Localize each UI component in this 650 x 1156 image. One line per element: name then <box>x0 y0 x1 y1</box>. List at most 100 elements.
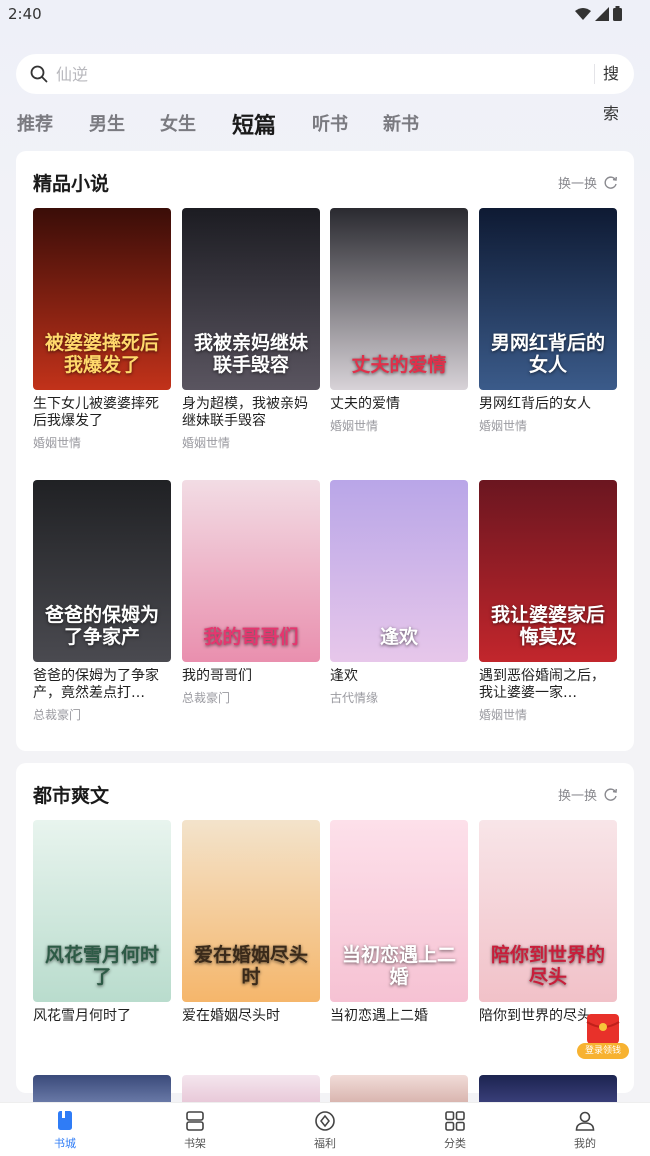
book-category: 婚姻世情 <box>479 419 528 433</box>
wifi-icon <box>575 7 591 20</box>
book-cover-peek[interactable] <box>479 1075 617 1103</box>
login-gift-label: 登录领钱 <box>577 1043 629 1059</box>
nav-label: 我的 <box>574 1137 596 1150</box>
book-title[interactable]: 爸爸的保姆为了争家产，竟然差点打… <box>33 668 171 702</box>
book-title[interactable]: 我的哥哥们 <box>182 668 320 685</box>
search-button[interactable]: 搜索 <box>603 54 634 123</box>
book-cover-text: 爸爸的保姆为了争家产 <box>44 604 159 648</box>
section-title: 精品小说 <box>33 173 110 195</box>
book-cover[interactable]: 我被亲妈继妹联手毁容 <box>182 208 320 390</box>
status-time: 2:40 <box>8 5 42 23</box>
search-bar: 搜索 <box>16 54 634 123</box>
book-title[interactable]: 遇到恶俗婚闹之后，我让婆婆一家… <box>479 668 617 702</box>
book-item[interactable]: 男网红背后的女人 男网红背后的女人 婚姻世情 <box>479 208 617 434</box>
book-cover[interactable]: 男网红背后的女人 <box>479 208 617 390</box>
book-cover[interactable]: 当初恋遇上二婚 <box>330 820 468 1002</box>
red-envelope-icon <box>586 1014 620 1044</box>
nav-profile[interactable]: 我的 <box>555 1109 615 1151</box>
book-title[interactable]: 男网红背后的女人 <box>479 396 617 413</box>
search-divider <box>594 64 595 84</box>
book-title[interactable]: 风花雪月何时了 <box>33 1008 171 1025</box>
book-cover-peek[interactable] <box>182 1075 320 1103</box>
book-cover[interactable]: 被婆婆摔死后我爆发了 <box>33 208 171 390</box>
book-cover-text: 爱在婚姻尽头时 <box>193 944 308 988</box>
book-item[interactable]: 当初恋遇上二婚 当初恋遇上二婚 <box>330 820 468 1025</box>
book-item[interactable]: 丈夫的爱情 丈夫的爱情 婚姻世情 <box>330 208 468 434</box>
book-cover-text: 逢欢 <box>379 626 418 648</box>
book-cover-text: 我被亲妈继妹联手毁容 <box>193 332 308 376</box>
refresh-label: 换一换 <box>557 177 597 192</box>
book-category: 总裁豪门 <box>182 691 231 705</box>
refresh-button[interactable]: 换一换 <box>558 173 618 192</box>
section-title: 都市爽文 <box>33 785 110 807</box>
book-item[interactable]: 我让婆婆家后悔莫及 遇到恶俗婚闹之后，我让婆婆一家… 婚姻世情 <box>479 480 617 723</box>
book-cover[interactable]: 爱在婚姻尽头时 <box>182 820 320 1002</box>
book-cover[interactable]: 风花雪月何时了 <box>33 820 171 1002</box>
nav-bookstore[interactable]: 书城 <box>35 1109 95 1151</box>
gift-coin-icon <box>315 1111 335 1131</box>
search-icon <box>30 65 48 83</box>
book-item[interactable]: 爱在婚姻尽头时 爱在婚姻尽头时 <box>182 820 320 1025</box>
shelf-icon <box>186 1111 204 1131</box>
tab-new[interactable]: 新书 <box>383 110 419 136</box>
book-item[interactable]: 逢欢 逢欢 古代情缘 <box>330 480 468 706</box>
book-cover-text: 陪你到世界的尽头 <box>490 944 605 988</box>
book-cover[interactable]: 爸爸的保姆为了争家产 <box>33 480 171 662</box>
book-cover-text: 当初恋遇上二婚 <box>341 944 456 988</box>
book-cover-peek[interactable] <box>33 1075 171 1103</box>
book-cover[interactable]: 逢欢 <box>330 480 468 662</box>
nav-label: 福利 <box>314 1137 336 1150</box>
book-icon <box>58 1111 72 1130</box>
book-cover[interactable]: 我的哥哥们 <box>182 480 320 662</box>
book-cover-text: 男网红背后的女人 <box>490 332 605 376</box>
book-cover-text: 风花雪月何时了 <box>44 944 159 988</box>
signal-icon <box>595 6 609 21</box>
login-gift-button[interactable]: 登录领钱 <box>577 1012 629 1060</box>
book-title[interactable]: 逢欢 <box>330 668 468 685</box>
status-icons <box>575 6 622 21</box>
bottom-nav: 书城 书架 福利 分类 我的 <box>0 1102 650 1156</box>
refresh-icon <box>604 788 617 801</box>
book-cover[interactable]: 陪你到世界的尽头 <box>479 820 617 1002</box>
book-title[interactable]: 当初恋遇上二婚 <box>330 1008 468 1025</box>
grid-icon <box>445 1111 465 1131</box>
book-cover-text: 我让婆婆家后悔莫及 <box>490 604 605 648</box>
book-category: 婚姻世情 <box>33 436 82 450</box>
tab-audiobook[interactable]: 听书 <box>312 110 348 136</box>
nav-welfare[interactable]: 福利 <box>295 1109 355 1151</box>
book-category: 古代情缘 <box>330 691 379 705</box>
book-category: 总裁豪门 <box>33 708 82 722</box>
refresh-button[interactable]: 换一换 <box>558 785 618 804</box>
book-cover-peek[interactable] <box>330 1075 468 1103</box>
tab-short[interactable]: 短篇 <box>232 108 276 140</box>
status-bar: 2:40 <box>0 0 650 30</box>
book-cover-text: 我的哥哥们 <box>203 626 299 648</box>
book-item[interactable]: 我的哥哥们 我的哥哥们 总裁豪门 <box>182 480 320 706</box>
book-title[interactable]: 丈夫的爱情 <box>330 396 468 413</box>
book-item[interactable]: 风花雪月何时了 风花雪月何时了 <box>33 820 171 1025</box>
book-item[interactable]: 爸爸的保姆为了争家产爸爸的保姆为了争家产，竟然差点打… 总裁豪门 <box>33 480 171 723</box>
nav-label: 书架 <box>184 1137 206 1150</box>
book-item[interactable]: 被婆婆摔死后我爆发了生下女儿被婆婆摔死后我爆发了婚姻世情 <box>33 208 171 451</box>
nav-bookshelf[interactable]: 书架 <box>165 1109 225 1151</box>
battery-icon <box>613 6 622 21</box>
book-category: 婚姻世情 <box>330 419 379 433</box>
nav-label: 书城 <box>54 1137 76 1150</box>
book-cover[interactable]: 丈夫的爱情 <box>330 208 468 390</box>
book-cover-text: 被婆婆摔死后我爆发了 <box>44 332 159 376</box>
tab-recommend[interactable]: 推荐 <box>17 110 53 136</box>
book-title[interactable]: 生下女儿被婆婆摔死后我爆发了 <box>33 396 171 430</box>
refresh-label: 换一换 <box>557 789 597 804</box>
book-item[interactable]: 我被亲妈继妹联手毁容 身为超模，我被亲妈继妹联手毁容 婚姻世情 <box>182 208 320 451</box>
tab-female[interactable]: 女生 <box>160 110 196 136</box>
book-cover-text: 丈夫的爱情 <box>351 354 447 376</box>
nav-category[interactable]: 分类 <box>425 1109 485 1151</box>
tab-male[interactable]: 男生 <box>89 110 125 136</box>
nav-label: 分类 <box>444 1137 466 1150</box>
search-input[interactable] <box>56 54 576 94</box>
book-item[interactable]: 陪你到世界的尽头 陪你到世界的尽头 <box>479 820 617 1025</box>
book-cover[interactable]: 我让婆婆家后悔莫及 <box>479 480 617 662</box>
book-title[interactable]: 爱在婚姻尽头时 <box>182 1008 320 1025</box>
book-title[interactable]: 身为超模，我被亲妈继妹联手毁容 <box>182 396 320 430</box>
refresh-icon <box>604 176 617 189</box>
